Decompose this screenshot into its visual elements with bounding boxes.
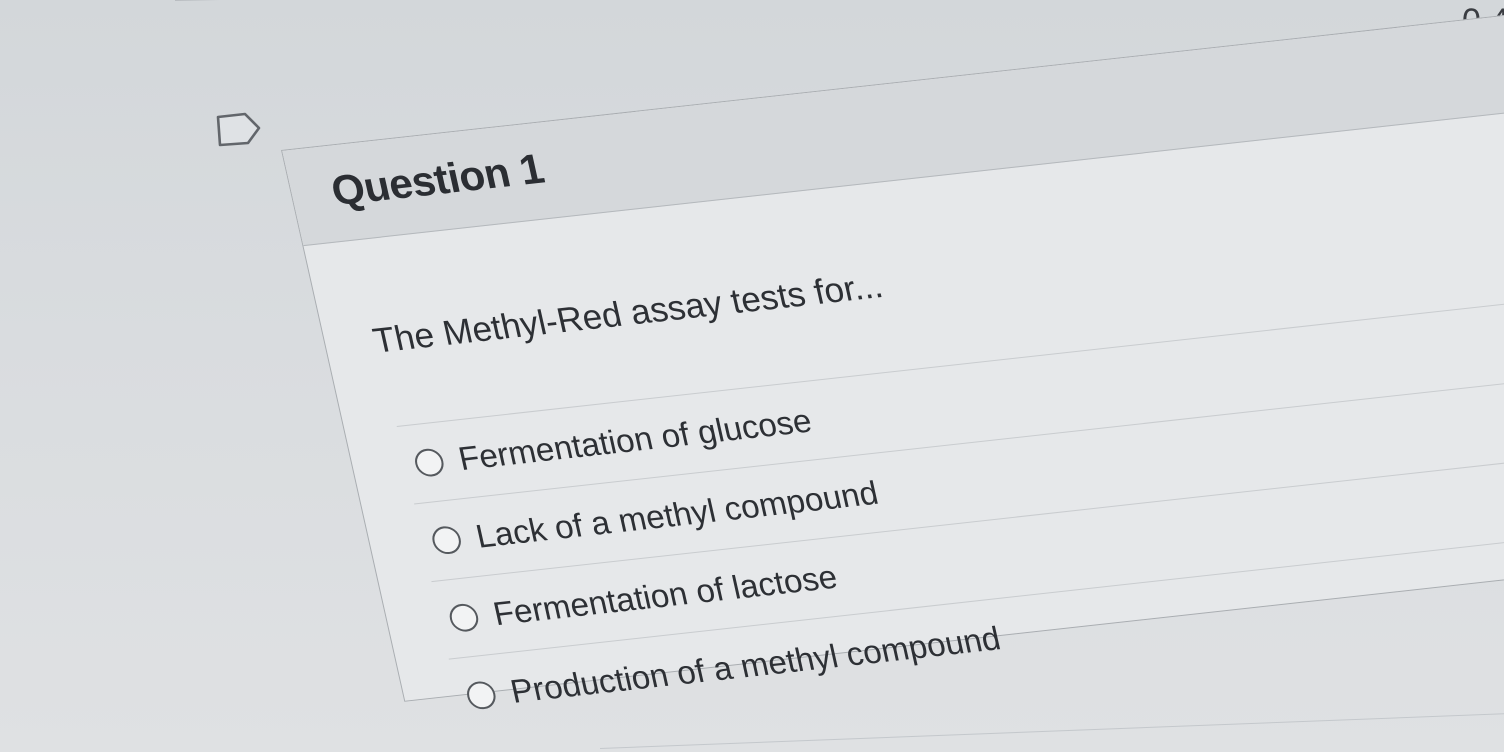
answer-list: Fermentation of glucose Lack of a methyl…: [396, 288, 1504, 737]
question-prompt: The Methyl-Red assay tests for...: [369, 266, 887, 361]
divider-line: [175, 0, 1504, 1]
question-header: Question 1: [282, 6, 1504, 247]
radio-unchecked-icon[interactable]: [429, 524, 464, 556]
radio-unchecked-icon[interactable]: [464, 680, 499, 711]
quiz-screen: 0.4 Question 1 The Methyl-Red assay test…: [0, 0, 1504, 752]
divider-line: [600, 711, 1504, 749]
radio-unchecked-icon[interactable]: [412, 447, 447, 478]
question-card: Question 1 The Methyl-Red assay tests fo…: [281, 4, 1504, 737]
radio-unchecked-icon[interactable]: [446, 602, 481, 634]
flag-outline-icon[interactable]: [214, 110, 264, 148]
question-title: Question 1: [326, 144, 548, 215]
